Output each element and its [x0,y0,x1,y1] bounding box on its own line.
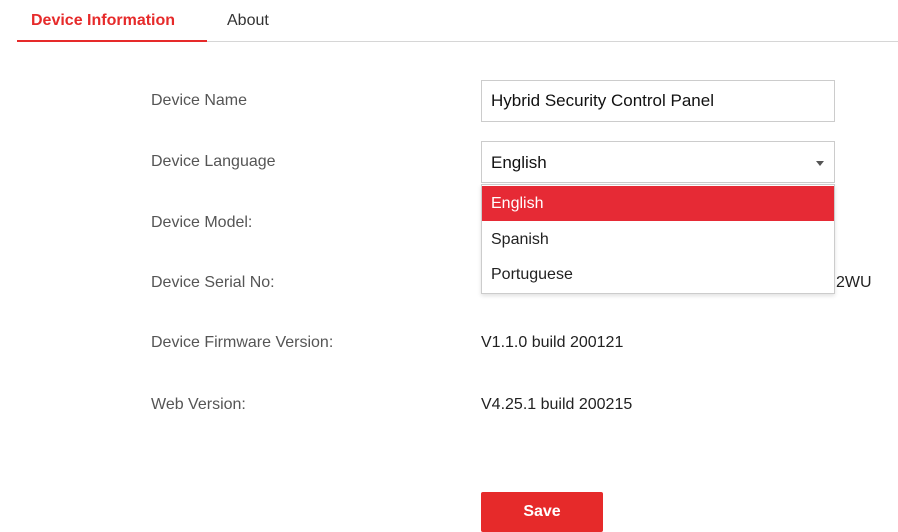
save-button[interactable]: Save [481,492,603,532]
device-name-label: Device Name [151,92,248,109]
web-version-value: V4.25.1 build 200215 [481,396,633,413]
device-language-select[interactable]: English [481,141,835,183]
language-option-spanish[interactable]: Spanish [482,222,834,257]
device-language-selected-value: English [491,153,547,172]
tab-device-information[interactable]: Device Information [17,12,207,42]
firmware-version-value: V1.1.0 build 200121 [481,334,624,351]
tab-device-information-label: Device Information [31,12,176,29]
firmware-version-label: Device Firmware Version: [151,334,334,351]
device-name-input[interactable] [481,80,835,122]
language-option-portuguese[interactable]: Portuguese [482,257,834,292]
language-dropdown-menu: English Spanish Portuguese [481,184,835,294]
device-language-label: Device Language [151,153,276,170]
device-serial-label: Device Serial No: [151,274,275,291]
active-tab-underline [17,40,207,42]
tab-bar: Device Information About [17,0,898,42]
language-option-english[interactable]: English [482,186,834,221]
chevron-down-icon [816,161,824,166]
tab-about[interactable]: About [227,12,269,30]
web-version-label: Web Version: [151,396,246,413]
device-serial-value: 2WU [836,274,872,291]
device-model-label: Device Model: [151,214,253,231]
